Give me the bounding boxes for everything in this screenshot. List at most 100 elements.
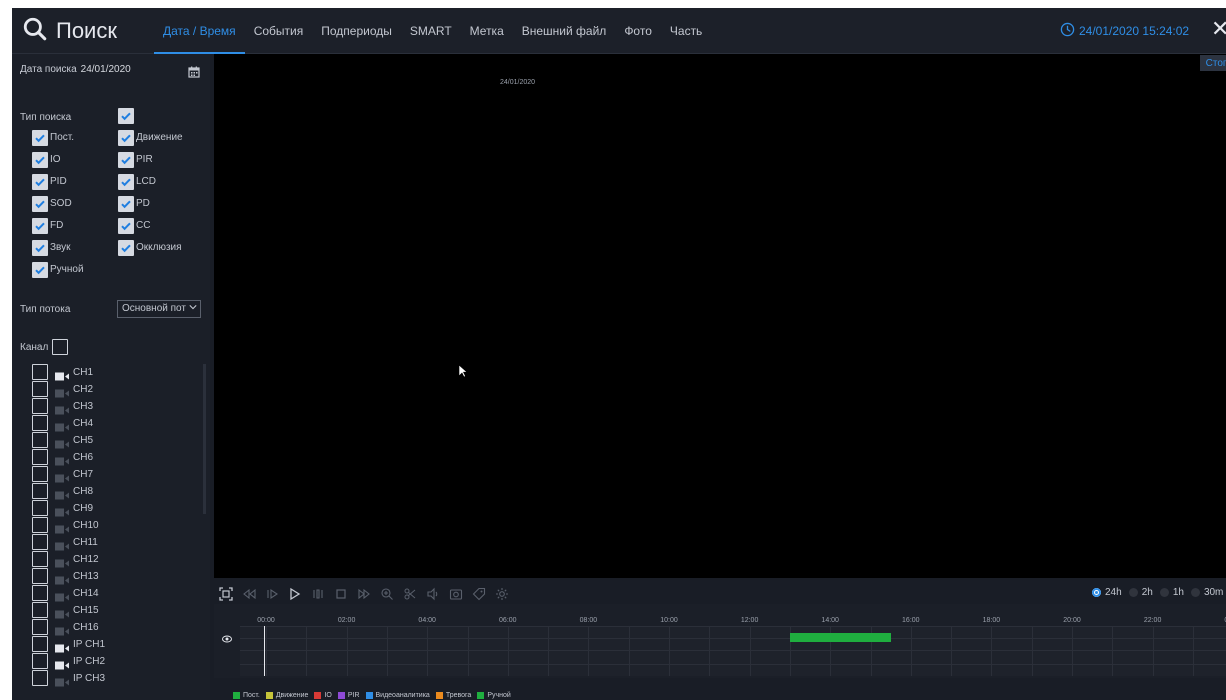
stop-icon[interactable]	[333, 586, 349, 602]
channel-row[interactable]: CH5	[32, 432, 93, 448]
zoom-radio[interactable]	[1190, 588, 1200, 597]
timeline[interactable]: 00:00 02:00 04:00 06:00 08:00 10:00 12:00 14:00…	[214, 604, 1226, 678]
zoom-radio[interactable]	[1159, 588, 1169, 597]
eye-icon[interactable]	[222, 630, 232, 643]
settings-icon[interactable]	[494, 586, 510, 602]
channel-row[interactable]: CH10	[32, 517, 99, 533]
tag-icon[interactable]	[471, 586, 487, 602]
search-type-checkbox[interactable]	[32, 174, 48, 190]
channel-checkbox[interactable]	[32, 432, 48, 448]
search-type-checkbox[interactable]	[118, 152, 134, 168]
zoom-in-icon[interactable]	[379, 586, 395, 602]
checkmark-icon	[35, 200, 45, 209]
search-type-checkbox[interactable]	[118, 196, 134, 212]
channel-checkbox[interactable]	[32, 517, 48, 533]
channel-checkbox[interactable]	[32, 585, 48, 601]
search-type-checkbox[interactable]	[118, 174, 134, 190]
channel-checkbox[interactable]	[32, 670, 48, 686]
tab-1[interactable]: Дата / Время	[154, 8, 245, 54]
channel-row[interactable]: IP CH2	[32, 653, 105, 669]
timeline-track[interactable]	[240, 626, 1226, 676]
search-date-field[interactable]: 24/01/2020	[81, 64, 173, 75]
search-type-checkbox[interactable]	[32, 218, 48, 234]
search-type-checkbox[interactable]	[118, 218, 134, 234]
channel-row[interactable]: CH11	[32, 534, 98, 550]
channel-list-scrollbar[interactable]	[203, 364, 206, 514]
video-playback-area[interactable]	[214, 54, 1226, 578]
channel-row[interactable]: CH3	[32, 398, 93, 414]
step-back-icon[interactable]	[264, 586, 280, 602]
channel-row[interactable]: CH15	[32, 602, 99, 618]
channel-row[interactable]: CH1	[32, 364, 93, 380]
snapshot-icon[interactable]	[448, 586, 464, 602]
zoom-radio[interactable]	[1128, 588, 1138, 597]
channel-checkbox[interactable]	[32, 398, 48, 414]
stream-type-select[interactable]: Основной пот	[117, 300, 201, 318]
search-type-checkbox[interactable]	[32, 240, 48, 256]
channel-row[interactable]: CH14	[32, 585, 99, 601]
channel-checkbox[interactable]	[32, 483, 48, 499]
channel-checkbox[interactable]	[32, 500, 48, 516]
channel-checkbox[interactable]	[32, 602, 48, 618]
search-type-checkbox[interactable]	[118, 240, 134, 256]
fullscreen-icon[interactable]	[218, 586, 234, 602]
tab-6[interactable]: Внешний файл	[513, 8, 616, 54]
channel-checkbox[interactable]	[32, 653, 48, 669]
channel-label: CH11	[73, 536, 98, 548]
channel-row[interactable]: CH9	[32, 500, 93, 516]
tab-3[interactable]: Подпериоды	[312, 8, 401, 54]
channel-checkbox[interactable]	[32, 449, 48, 465]
legend-swatch	[337, 692, 345, 699]
channel-row[interactable]: CH6	[32, 449, 93, 465]
select-all-channels-checkbox[interactable]	[52, 339, 68, 355]
channel-checkbox[interactable]	[32, 364, 48, 380]
recording-segment[interactable]	[789, 633, 891, 642]
zoom-radio[interactable]	[1092, 588, 1101, 597]
channel-checkbox[interactable]	[32, 636, 48, 652]
search-type-checkbox[interactable]	[118, 130, 134, 146]
search-type-checkbox[interactable]	[32, 196, 48, 212]
channel-checkbox[interactable]	[32, 415, 48, 431]
channel-row[interactable]: CH12	[32, 551, 99, 567]
calendar-icon[interactable]	[188, 65, 200, 78]
search-type-checkbox[interactable]	[32, 152, 48, 168]
channel-row[interactable]: CH7	[32, 466, 93, 482]
camera-icon	[55, 402, 69, 414]
channel-checkbox[interactable]	[32, 568, 48, 584]
close-button[interactable]: ✕	[1211, 18, 1226, 40]
tab-2[interactable]: События	[245, 8, 313, 54]
channel-row[interactable]: CH16	[32, 619, 99, 635]
channel-checkbox[interactable]	[32, 551, 48, 567]
step-forward-icon[interactable]	[356, 586, 372, 602]
channel-row[interactable]: CH13	[32, 568, 99, 584]
channel-row[interactable]: IP CH3	[32, 670, 105, 686]
channel-checkbox[interactable]	[32, 619, 48, 635]
volume-icon[interactable]	[425, 586, 441, 602]
select-all-types-checkbox[interactable]	[118, 108, 134, 124]
tab-4[interactable]: SMART	[401, 8, 461, 54]
channel-checkbox[interactable]	[32, 534, 48, 550]
channel-checkbox[interactable]	[32, 381, 48, 397]
tab-8[interactable]: Часть	[661, 8, 711, 54]
channel-label: CH16	[73, 621, 99, 633]
channel-checkbox[interactable]	[32, 466, 48, 482]
stop-button[interactable]: Стоп	[1200, 55, 1226, 71]
crop-icon[interactable]	[402, 586, 418, 602]
pause-icon[interactable]	[310, 586, 326, 602]
timeline-cursor[interactable]	[264, 626, 265, 676]
channel-row[interactable]: CH8	[32, 483, 93, 499]
channel-row[interactable]: CH2	[32, 381, 93, 397]
search-type-checkbox[interactable]	[32, 130, 48, 146]
tab-7[interactable]: Фото	[615, 8, 661, 54]
search-type-label: Движение	[136, 132, 183, 143]
channel-row[interactable]: CH4	[32, 415, 93, 431]
search-type-checkbox[interactable]	[32, 262, 48, 278]
channel-row[interactable]: IP CH1	[32, 636, 105, 652]
camera-icon	[55, 589, 69, 601]
zoom-label: 2h	[1141, 587, 1153, 598]
tab-5[interactable]: Метка	[461, 8, 513, 54]
play-icon[interactable]	[287, 586, 303, 602]
search-type-label: PIR	[136, 154, 153, 165]
rewind-icon[interactable]	[241, 586, 257, 602]
search-type-label: IO	[50, 154, 61, 165]
